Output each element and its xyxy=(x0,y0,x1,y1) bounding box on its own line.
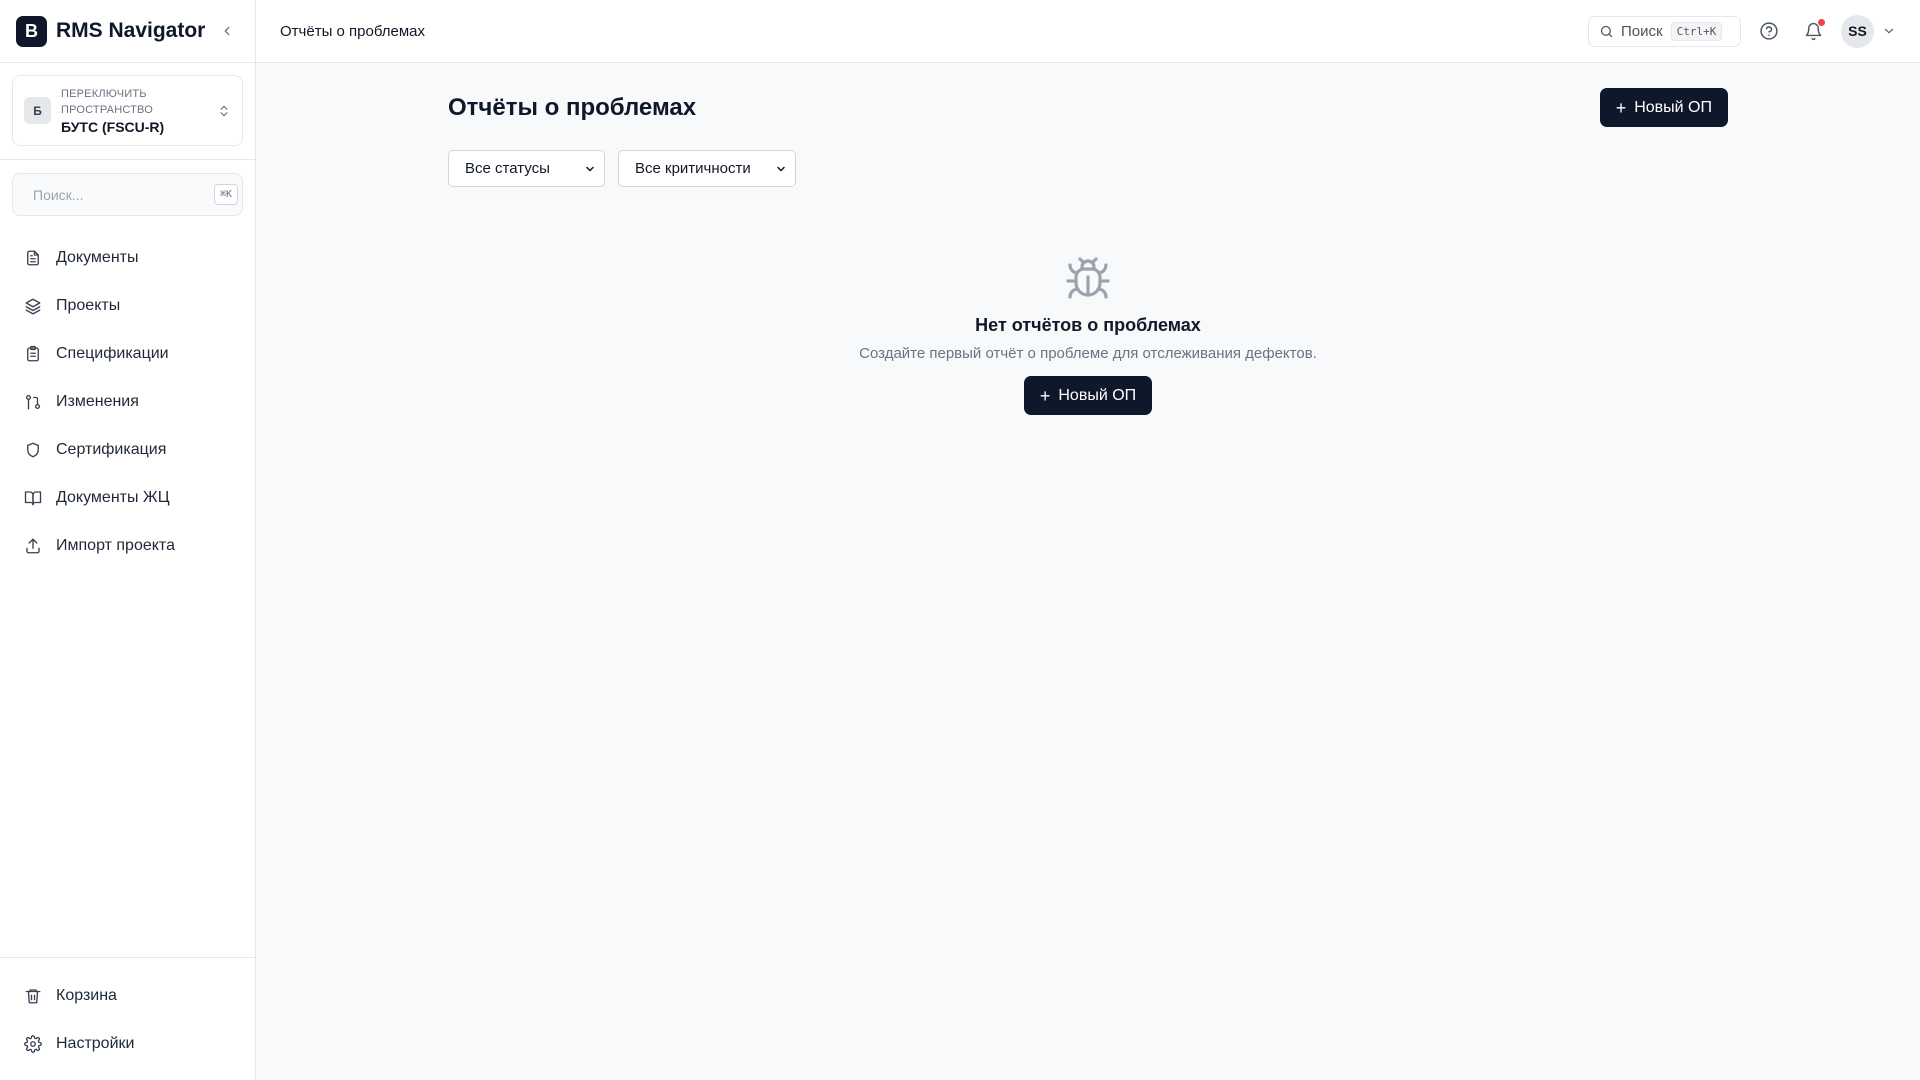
global-search-label: Поиск xyxy=(1621,22,1663,40)
sidebar-item-label: Сертификация xyxy=(56,441,167,458)
breadcrumb: Отчёты о проблемах xyxy=(280,22,425,40)
sidebar-item-settings[interactable]: Настройки xyxy=(0,1020,255,1068)
sidebar-search-input[interactable] xyxy=(33,186,214,203)
sidebar-nav: Документы Проекты Спецификации Изменения… xyxy=(0,234,255,570)
sidebar-item-label: Проекты xyxy=(56,297,121,314)
chevron-down-icon xyxy=(586,166,594,171)
empty-state-subtitle: Создайте первый отчёт о проблеме для отс… xyxy=(859,345,1317,362)
upload-icon xyxy=(26,538,40,554)
notification-dot xyxy=(1818,19,1825,26)
collapse-sidebar-button[interactable] xyxy=(215,19,239,43)
status-filter[interactable]: Все статусы xyxy=(448,150,605,187)
help-button[interactable] xyxy=(1753,15,1785,47)
empty-state-title: Нет отчётов о проблемах xyxy=(975,315,1201,335)
book-open-icon xyxy=(24,491,42,506)
chevron-left-icon xyxy=(224,26,230,36)
avatar: SS xyxy=(1841,14,1874,48)
sidebar-item-certification[interactable]: Сертификация xyxy=(0,426,255,474)
sidebar-item-label: Корзина xyxy=(56,987,117,1004)
workspace-caption: Переключить пространство xyxy=(61,88,153,116)
chevrons-up-down-icon xyxy=(220,105,228,116)
sidebar-search-shortcut: ⌘K xyxy=(214,184,239,205)
sidebar-item-projects[interactable]: Проекты xyxy=(0,282,255,330)
sidebar-bottom: Корзина Настройки xyxy=(0,957,255,1080)
empty-new-report-button[interactable]: + Новый ОП xyxy=(1023,376,1153,415)
topbar: Отчёты о проблемах Поиск Ctrl+K SS xyxy=(256,0,1920,63)
sidebar: B RMS Navigator Б Переключить пространст… xyxy=(0,0,256,1080)
new-report-button[interactable]: + Новый ОП xyxy=(1599,88,1728,127)
sidebar-item-documents[interactable]: Документы xyxy=(0,234,255,282)
severity-filter[interactable]: Все критичности xyxy=(618,150,796,187)
chevron-down-icon xyxy=(777,166,785,171)
gear-icon xyxy=(24,1035,42,1053)
workspace-avatar: Б xyxy=(24,97,51,124)
app-name: RMS Navigator xyxy=(56,19,206,42)
bug-icon xyxy=(1066,257,1110,299)
sidebar-item-label: Изменения xyxy=(56,393,139,410)
file-icon xyxy=(27,250,39,266)
main-content: Отчёты о проблемах + Новый ОП Все статус… xyxy=(448,63,1728,415)
page-title: Отчёты о проблемах xyxy=(448,93,697,121)
global-search-button[interactable]: Поиск Ctrl+K xyxy=(1588,15,1741,47)
layers-icon xyxy=(25,298,41,315)
filters: Все статусы Все критичности xyxy=(448,150,1728,187)
workspace-name: БУТС (FSCU-R) xyxy=(61,119,165,135)
sidebar-item-import-project[interactable]: Импорт проекта xyxy=(0,522,255,570)
new-report-label: Новый ОП xyxy=(1634,98,1712,116)
app-logo[interactable]: B xyxy=(16,15,47,47)
empty-new-report-label: Новый ОП xyxy=(1058,386,1137,404)
user-menu[interactable]: SS xyxy=(1841,14,1896,48)
plus-icon: + xyxy=(1039,385,1051,406)
clipboard-icon xyxy=(27,345,39,362)
sidebar-item-label: Спецификации xyxy=(56,345,169,362)
workspace-switcher[interactable]: Б Переключить пространство БУТС (FSCU-R) xyxy=(12,75,243,146)
sidebar-item-changes[interactable]: Изменения xyxy=(0,378,255,426)
sidebar-item-lifecycle-docs[interactable]: Документы ЖЦ xyxy=(0,474,255,522)
workspace-text: Переключить пространство БУТС (FSCU-R) xyxy=(61,86,217,135)
severity-filter-value: Все критичности xyxy=(635,160,751,177)
sidebar-item-label: Импорт проекта xyxy=(56,537,175,554)
workspace-switcher-wrap: Б Переключить пространство БУТС (FSCU-R) xyxy=(0,63,255,160)
status-filter-value: Все статусы xyxy=(465,160,550,177)
notifications-button[interactable] xyxy=(1797,15,1829,47)
sidebar-item-label: Документы ЖЦ xyxy=(56,489,170,506)
sidebar-item-trash[interactable]: Корзина xyxy=(0,972,255,1020)
brand: B RMS Navigator xyxy=(0,0,255,63)
sidebar-search: ⌘K xyxy=(12,173,243,216)
chevron-down-icon xyxy=(1884,28,1894,34)
trash-icon xyxy=(25,989,41,1004)
sidebar-item-label: Настройки xyxy=(56,1035,135,1052)
shield-icon xyxy=(27,442,39,458)
global-search-shortcut: Ctrl+K xyxy=(1670,21,1723,41)
git-pull-request-icon xyxy=(25,394,41,410)
sidebar-item-label: Документы xyxy=(56,249,139,266)
help-circle-icon xyxy=(1760,22,1778,40)
page-header: Отчёты о проблемах + Новый ОП xyxy=(448,63,1728,152)
plus-icon: + xyxy=(1615,97,1627,118)
search-icon xyxy=(1600,25,1613,37)
empty-state: Нет отчётов о проблемах Создайте первый … xyxy=(448,255,1728,415)
sidebar-item-specifications[interactable]: Спецификации xyxy=(0,330,255,378)
